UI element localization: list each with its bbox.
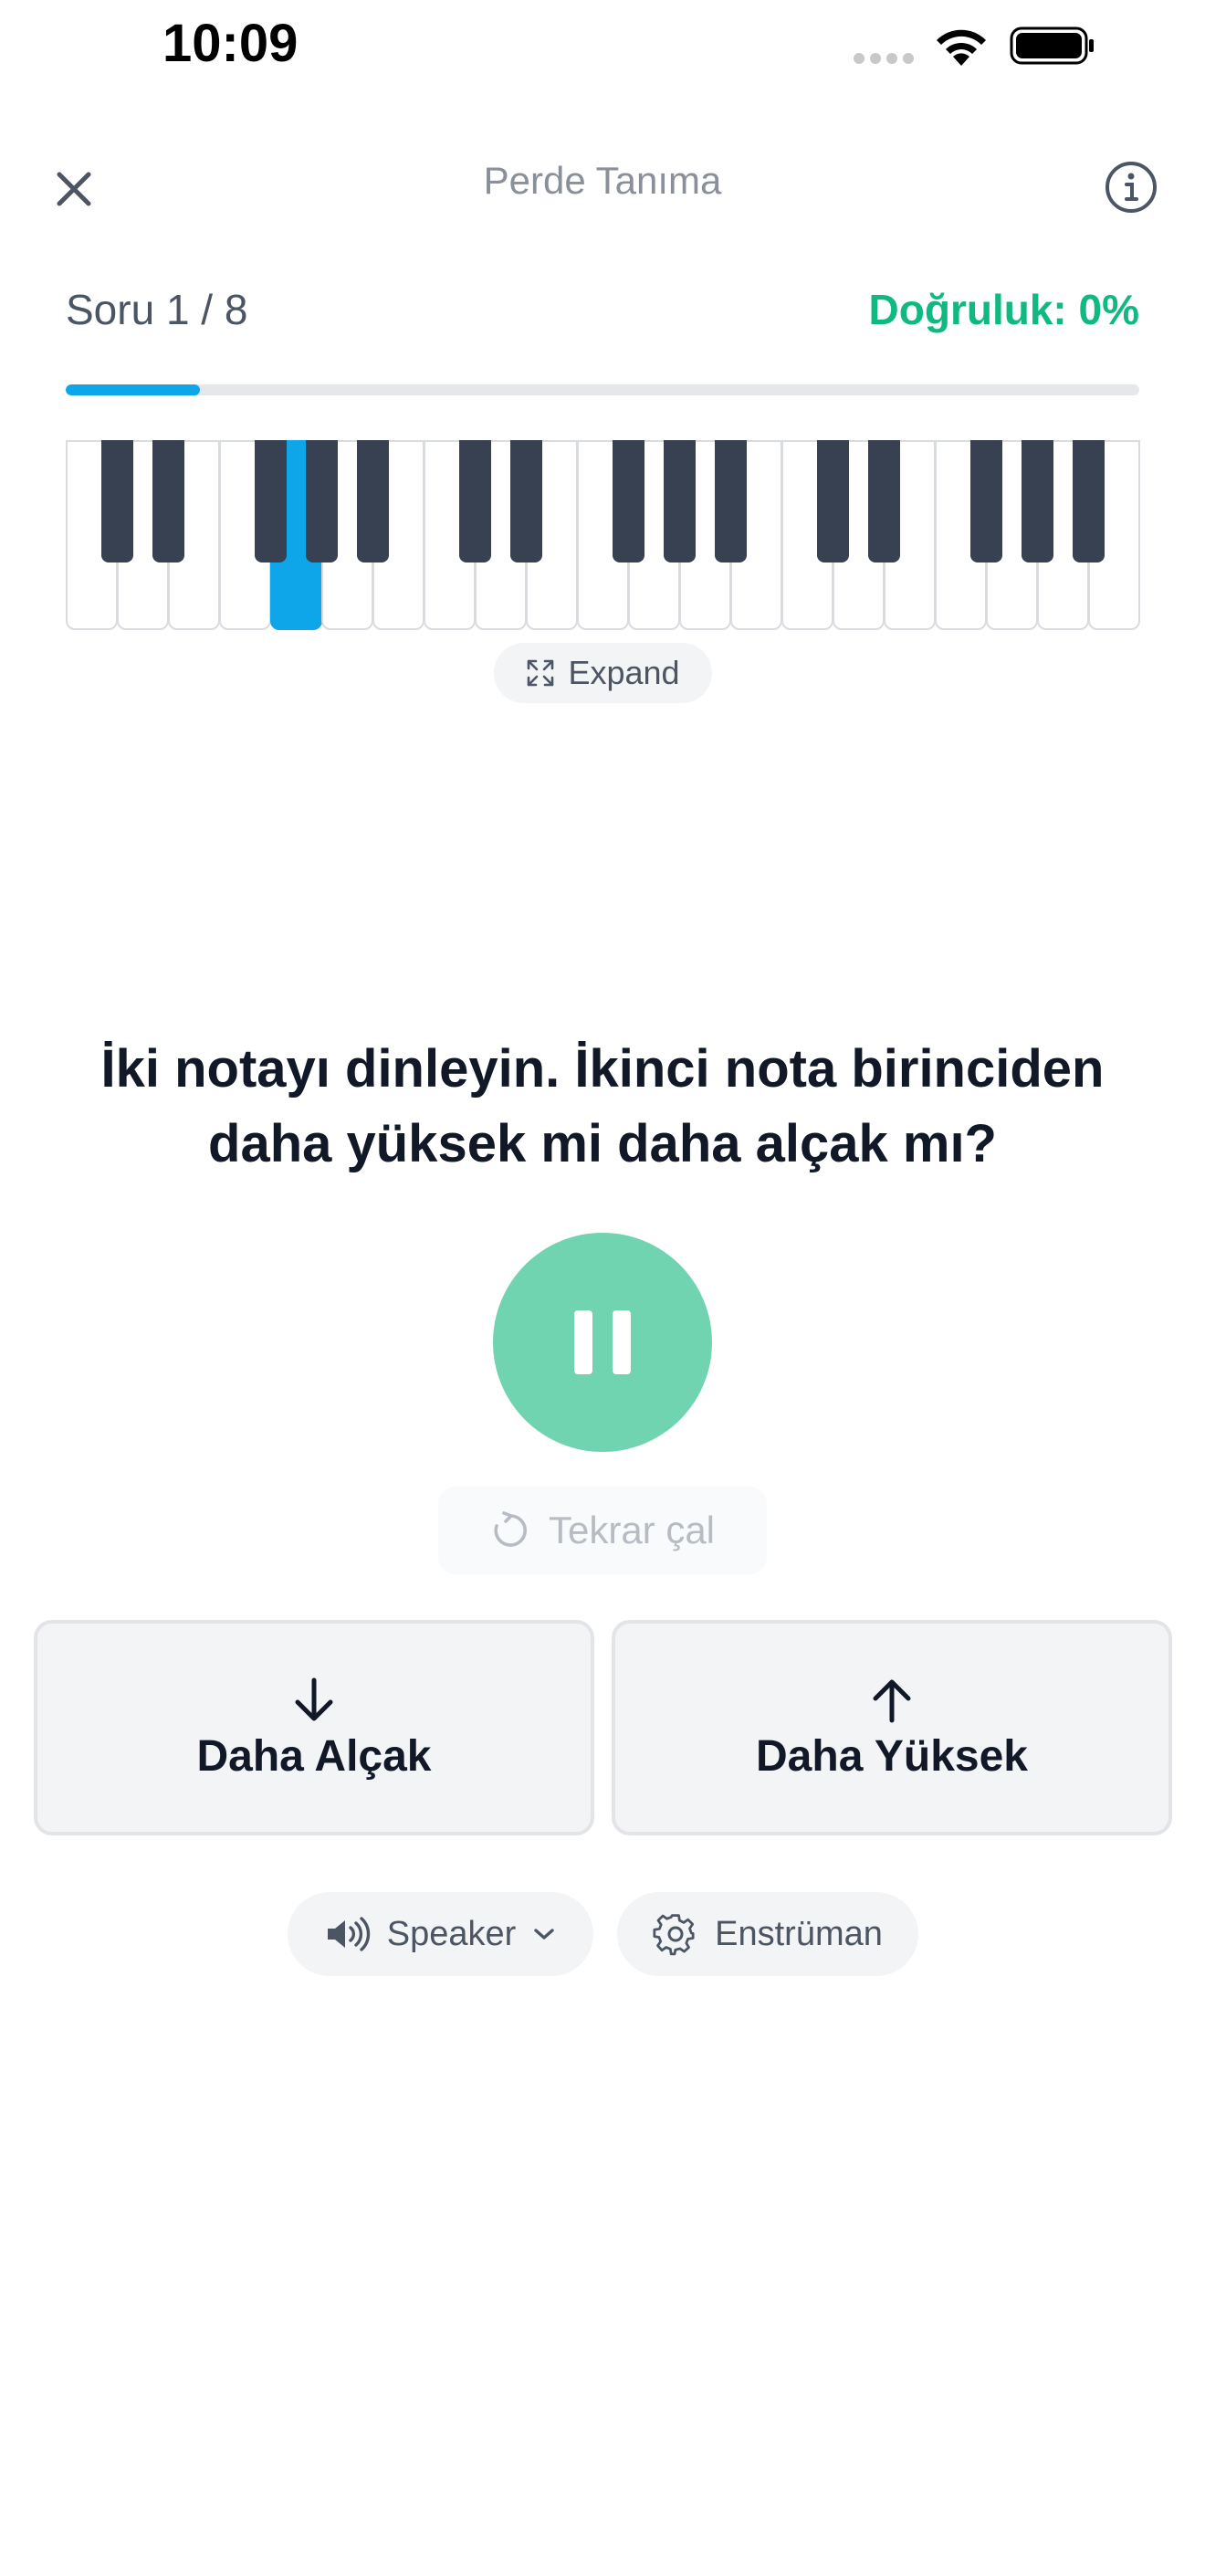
piano-black-key[interactable] — [152, 440, 184, 563]
replay-button[interactable]: Tekrar çal — [438, 1487, 767, 1574]
piano-black-key[interactable] — [100, 440, 133, 563]
accuracy-label: Doğruluk: 0% — [868, 286, 1139, 333]
expand-label: Expand — [568, 654, 680, 691]
progress-bar-fill — [66, 384, 200, 395]
gear-icon — [653, 1914, 695, 1956]
higher-answer-label: Daha Yüksek — [756, 1731, 1028, 1781]
higher-answer-button[interactable]: Daha Yüksek — [612, 1620, 1172, 1835]
piano-black-key[interactable] — [254, 440, 287, 563]
audio-output-label: Speaker — [386, 1914, 517, 1953]
replay-label: Tekrar çal — [548, 1509, 716, 1551]
piano-black-key[interactable] — [1072, 440, 1105, 563]
expand-button[interactable]: Expand — [494, 643, 712, 703]
page-title: Perde Tanıma — [483, 159, 722, 202]
arrow-up-icon — [873, 1679, 911, 1722]
info-button[interactable] — [1103, 159, 1159, 216]
pause-icon — [574, 1310, 631, 1374]
replay-icon — [494, 1511, 527, 1547]
piano-black-key[interactable] — [663, 440, 696, 563]
chevron-down-icon — [534, 1929, 554, 1940]
status-time: 10:09 — [162, 14, 299, 73]
arrow-down-icon — [295, 1677, 333, 1720]
piano-black-key[interactable] — [969, 440, 1002, 563]
progress-bar — [66, 384, 1139, 395]
battery-icon — [1010, 26, 1094, 65]
piano-black-key[interactable] — [714, 440, 747, 563]
question-counter: Soru 1 / 8 — [66, 286, 248, 333]
info-icon — [1105, 162, 1157, 213]
piano-black-key[interactable] — [612, 440, 644, 563]
audio-output-selector[interactable]: Speaker — [288, 1892, 593, 1976]
piano-black-key[interactable] — [458, 440, 491, 563]
expand-icon — [528, 659, 554, 687]
instrument-button[interactable]: Enstrüman — [617, 1892, 918, 1976]
piano-black-key[interactable] — [305, 440, 338, 563]
pause-button[interactable] — [493, 1233, 712, 1452]
speaker-icon — [327, 1917, 370, 1951]
instrument-label: Enstrüman — [715, 1914, 883, 1953]
question-text: İki notayı dinleyin. İkinci nota birinci… — [100, 1039, 1105, 1173]
piano-black-key[interactable] — [867, 440, 900, 563]
progress-row: Soru 1 / 8 Doğruluk: 0% — [66, 285, 1139, 340]
lower-answer-label: Daha Alçak — [196, 1731, 432, 1781]
cellular-signal-icon — [854, 53, 914, 64]
piano-keyboard — [66, 440, 1140, 630]
piano-black-key[interactable] — [816, 440, 849, 563]
piano-black-key[interactable] — [509, 440, 542, 563]
piano-black-key[interactable] — [356, 440, 389, 563]
status-bar: 10:09 — [0, 0, 1205, 91]
header: Perde Tanıma — [0, 137, 1205, 237]
wifi-icon — [937, 29, 986, 66]
piano-black-key[interactable] — [1021, 440, 1053, 563]
lower-answer-button[interactable]: Daha Alçak — [34, 1620, 594, 1835]
